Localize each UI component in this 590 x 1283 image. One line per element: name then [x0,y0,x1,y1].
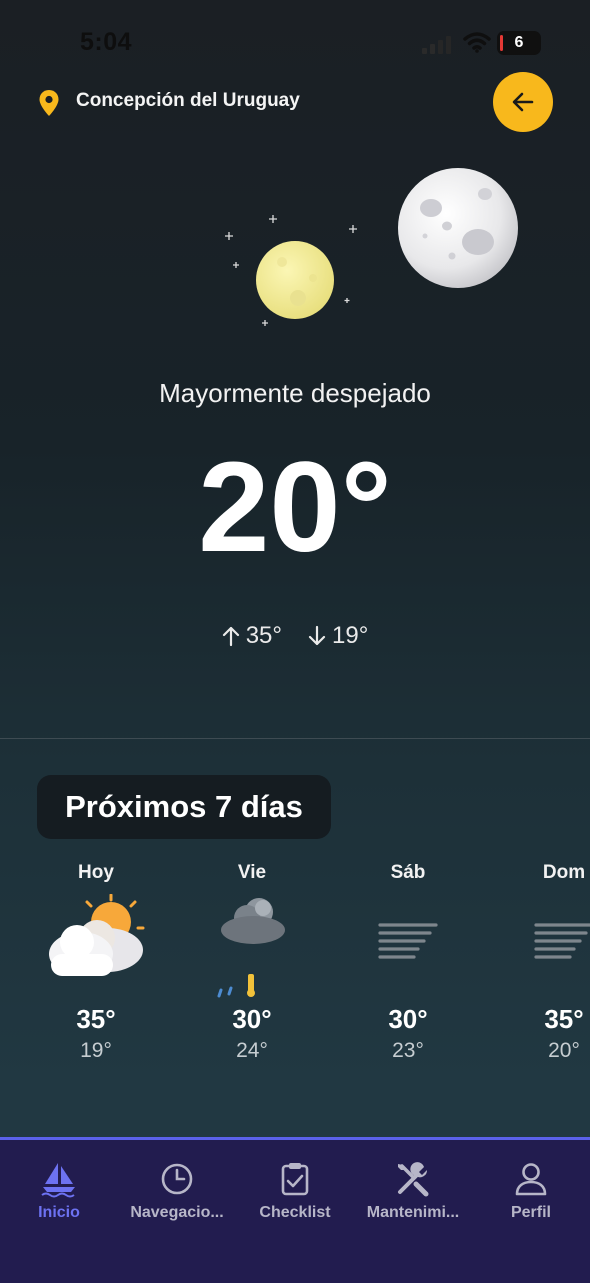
high-temperature-value: 35° [245,622,282,649]
partly-cloudy-sun-icon [49,894,145,976]
tab-bar: Inicio Navegacio... Checklist Mantenimi.… [0,1137,590,1283]
battery-indicator: 6 [497,31,541,55]
back-button[interactable] [493,72,553,132]
tab-checklist[interactable]: Checklist [236,1160,354,1222]
forecast-day[interactable]: Sáb 30° 23° [343,862,473,1063]
high-low-temperatures: 35° 19° [0,622,590,650]
forecast-high: 35° [76,1004,116,1034]
sailboat-icon [41,1163,75,1198]
tab-label: Mantenimi... [366,1204,460,1221]
small-moon-icon [256,241,334,319]
forecast-high: 30° [388,1004,428,1034]
arrow-up-icon [222,626,239,647]
arrow-left-icon [512,92,534,112]
clock-icon [161,1163,193,1195]
forecast-low: 24° [236,1039,268,1062]
forecast-day[interactable]: Dom 35° 20° [499,862,590,1063]
tab-label: Navegacio... [130,1204,224,1221]
rain-thunder-cloud-icon [217,898,285,998]
forecast-high: 30° [232,1004,272,1034]
tab-navegacion[interactable]: Navegacio... [118,1160,236,1222]
forecast-day-name: Vie [237,862,267,883]
user-icon [515,1163,547,1196]
cellular-signal-icon [422,36,451,54]
battery-percent: 6 [514,34,524,51]
forecast-day-name: Sáb [390,862,426,883]
tab-perfil[interactable]: Perfil [472,1160,590,1222]
forecast-day-name: Dom [542,862,586,883]
full-moon-icon [398,168,518,288]
forecast-high: 35° [544,1004,584,1034]
location-name: Concepción del Uruguay [76,90,300,111]
weather-condition: Mayormente despejado [159,378,431,408]
arrow-down-icon [308,625,326,646]
low-temperature: 19° [308,622,368,650]
forecast-title: Próximos 7 días [37,775,331,839]
clipboard-check-icon [281,1163,309,1196]
forecast-low: 19° [80,1039,112,1062]
forecast-day[interactable]: Vie 30° 24° [187,862,317,1063]
tab-label: Checklist [259,1204,331,1221]
wifi-icon [463,32,491,53]
tools-icon [398,1162,429,1197]
low-temperature-value: 19° [332,622,369,649]
high-temperature: 35° [222,622,282,650]
forecast-low: 20° [548,1039,580,1062]
weather-night-illustration [225,168,518,326]
tab-mantenimiento[interactable]: Mantenimi... [354,1160,472,1222]
forecast-day[interactable]: Hoy 35° 19° [31,862,161,1063]
tab-label: Perfil [510,1204,551,1221]
forecast-low: 23° [392,1039,424,1062]
fog-icon [534,923,590,959]
tab-inicio[interactable]: Inicio [0,1160,118,1222]
current-temperature: 20° [198,436,392,579]
location-pin-icon [39,90,59,116]
tab-label: Inicio [38,1204,80,1221]
status-time: 5:04 [80,28,133,56]
section-divider [0,738,590,739]
fog-icon [378,923,438,959]
forecast-day-name: Hoy [78,862,114,883]
